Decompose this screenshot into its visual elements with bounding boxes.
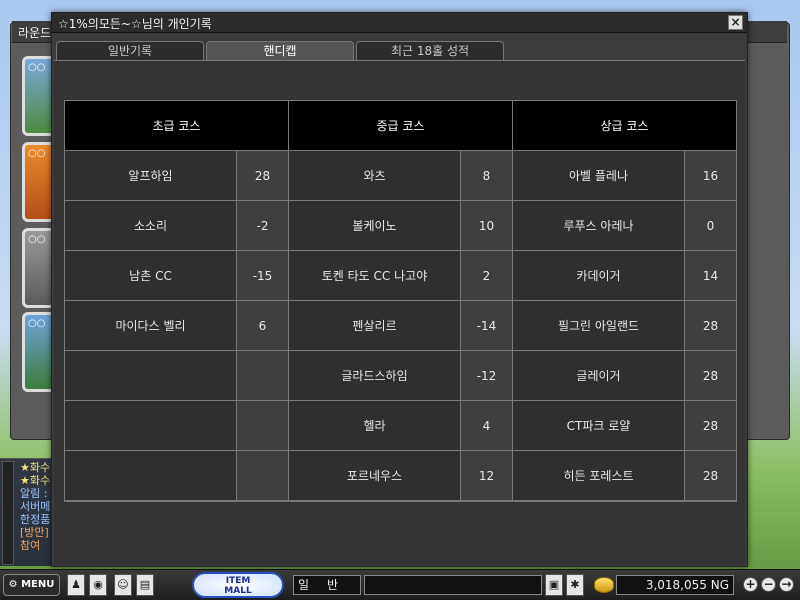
handicap-value-cell: -14: [461, 301, 513, 351]
course-name-cell: 루푸스 아레나: [513, 201, 685, 251]
handicap-value-cell: 28: [685, 401, 737, 451]
item-mall-label-1: ITEM: [225, 576, 251, 586]
handicap-value-cell: 4: [461, 401, 513, 451]
course-name-cell: 토켄 타도 CC 나고야: [289, 251, 461, 301]
handicap-value-cell: 16: [685, 151, 737, 201]
personal-record-dialog: ☆1%의모든~☆님의 개인기록 × 일반기록 핸디캡 최근 18홀 성적 초급 …: [51, 12, 748, 567]
handicap-value-cell: -12: [461, 351, 513, 401]
course-name-cell: 아벨 플레나: [513, 151, 685, 201]
handicap-value-cell: 0: [685, 201, 737, 251]
friends-icon[interactable]: ☺: [114, 574, 132, 596]
zoom-in-button[interactable]: +: [743, 577, 758, 592]
course-name-cell: 필그린 아일랜드: [513, 301, 685, 351]
course-name-cell: 알프하임: [65, 151, 237, 201]
dialog-title-bar[interactable]: ☆1%의모든~☆님의 개인기록 ×: [52, 13, 747, 33]
status-dots-icon: ○○: [28, 234, 46, 245]
handicap-table: 초급 코스 알프하임 28 소소리 -2 남촌 CC -15 마이다스 벨리 6 중급 코스 와츠 8…: [64, 100, 737, 502]
course-name-cell: [65, 401, 237, 451]
handicap-value-cell: 12: [461, 451, 513, 501]
course-name-cell: [65, 351, 237, 401]
course-name-cell: 와츠: [289, 151, 461, 201]
handicap-value-cell: 6: [237, 301, 289, 351]
course-name-cell: 카데이거: [513, 251, 685, 301]
course-level-header: 중급 코스: [289, 101, 513, 151]
handicap-value-cell: 28: [685, 451, 737, 501]
item-mall-label-2: MALL: [224, 586, 252, 596]
settings-gear-icon[interactable]: ✱: [566, 574, 584, 596]
exit-arrow-button[interactable]: →: [779, 577, 794, 592]
close-button[interactable]: ×: [728, 15, 743, 30]
ng-balance: 3,018,055 NG: [616, 575, 734, 595]
tab-general-record[interactable]: 일반기록: [56, 41, 204, 61]
zoom-out-button[interactable]: −: [761, 577, 776, 592]
course-name-cell: 히든 포레스트: [513, 451, 685, 501]
character-icon[interactable]: ♟: [67, 574, 85, 596]
course-name-cell: 포르네우스: [289, 451, 461, 501]
course-name-cell: 마이다스 벨리: [65, 301, 237, 351]
menu-button[interactable]: ⚙ MENU: [3, 574, 60, 596]
handicap-value-cell: 28: [685, 301, 737, 351]
chat-log-icon[interactable]: ▣: [545, 574, 563, 596]
course-name-cell: CT파크 로얄: [513, 401, 685, 451]
tab-recent-18-hole[interactable]: 최근 18홀 성적: [356, 41, 504, 61]
handicap-value-cell: 28: [685, 351, 737, 401]
course-name-cell: 소소리: [65, 201, 237, 251]
chat-input[interactable]: [364, 575, 542, 595]
course-name-cell: 펜살리르: [289, 301, 461, 351]
handicap-value-cell: 10: [461, 201, 513, 251]
course-name-cell: 남촌 CC: [65, 251, 237, 301]
status-dots-icon: ○○: [28, 148, 46, 159]
status-dots-icon: ○○: [28, 62, 46, 73]
course-name-cell: 글라드스하임: [289, 351, 461, 401]
tab-handicap[interactable]: 핸디캡: [206, 41, 354, 61]
inventory-icon[interactable]: ◉: [89, 574, 107, 596]
notes-icon[interactable]: ▤: [136, 574, 154, 596]
item-mall-button[interactable]: ITEM MALL: [192, 572, 284, 598]
dialog-title: ☆1%의모든~☆님의 개인기록: [58, 17, 212, 31]
chat-mode-select[interactable]: 일반: [293, 575, 361, 595]
handicap-value-cell: 14: [685, 251, 737, 301]
handicap-value-cell: [237, 401, 289, 451]
course-level-header: 초급 코스: [65, 101, 289, 151]
handicap-value-cell: 8: [461, 151, 513, 201]
bottom-toolbar: ⚙ MENU ♟ ◉ ☺ ▤ ITEM MALL 일반 ▣ ✱ 3,018,05…: [0, 569, 800, 600]
handicap-value-cell: 28: [237, 151, 289, 201]
course-name-cell: 글레이거: [513, 351, 685, 401]
course-name-cell: [65, 451, 237, 501]
course-name-cell: 볼케이노: [289, 201, 461, 251]
menu-label: MENU: [21, 579, 55, 590]
course-name-cell: 헬라: [289, 401, 461, 451]
handicap-value-cell: [237, 451, 289, 501]
handicap-value-cell: -2: [237, 201, 289, 251]
handicap-value-cell: [237, 351, 289, 401]
handicap-value-cell: 2: [461, 251, 513, 301]
course-level-header: 상급 코스: [513, 101, 737, 151]
status-dots-icon: ○○: [28, 318, 46, 329]
gold-coin-icon: [594, 577, 614, 593]
handicap-value-cell: -15: [237, 251, 289, 301]
chat-scrollbar[interactable]: [2, 461, 14, 565]
